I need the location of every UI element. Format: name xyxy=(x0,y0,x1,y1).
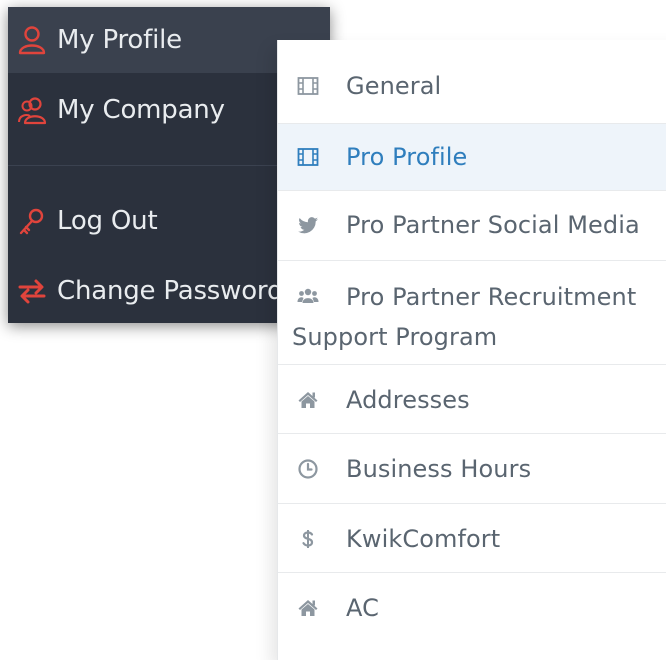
nav-item-label: KwikComfort xyxy=(346,525,501,553)
nav-item-pro-profile[interactable]: Pro Profile xyxy=(278,123,666,191)
nav-item-pro-partner-recruitment[interactable]: Pro Partner Recruitment Support Program xyxy=(278,260,666,365)
nav-item-label-line2: Support Program xyxy=(292,323,498,351)
exchange-arrows-icon xyxy=(15,274,49,308)
nav-item-label: Addresses xyxy=(346,386,470,414)
film-icon xyxy=(294,143,322,171)
nav-item-ac[interactable]: AC xyxy=(278,572,666,643)
users-icon xyxy=(15,93,49,127)
nav-item-pro-partner-social-media[interactable]: Pro Partner Social Media xyxy=(278,190,666,261)
home-icon xyxy=(294,594,322,622)
nav-item-label: AC xyxy=(346,594,379,622)
nav-item-label: General xyxy=(346,72,442,100)
menu-item-label: My Company xyxy=(57,95,225,125)
nav-item-kwikcomfort[interactable]: KwikComfort xyxy=(278,503,666,573)
nav-item-addresses[interactable]: Addresses xyxy=(278,364,666,434)
nav-item-general[interactable]: General xyxy=(278,40,666,123)
twitter-icon xyxy=(294,211,322,239)
user-icon xyxy=(15,23,49,57)
nav-item-label: Pro Partner Social Media xyxy=(346,211,640,239)
group-icon xyxy=(294,283,322,311)
settings-nav: General Pro Profile Pro Partner Social M… xyxy=(277,40,666,660)
menu-item-label: Log Out xyxy=(57,206,158,236)
menu-item-label: My Profile xyxy=(57,25,182,55)
film-icon xyxy=(294,72,322,100)
nav-item-label: Pro Profile xyxy=(346,143,468,171)
nav-item-label-line1: Pro Partner Recruitment xyxy=(346,283,637,311)
clock-icon xyxy=(294,455,322,483)
home-icon xyxy=(294,386,322,414)
key-icon xyxy=(15,204,49,238)
nav-item-label: Business Hours xyxy=(346,455,532,483)
dollar-icon xyxy=(294,525,322,553)
menu-item-label: Change Password xyxy=(57,276,284,306)
nav-item-business-hours[interactable]: Business Hours xyxy=(278,433,666,504)
